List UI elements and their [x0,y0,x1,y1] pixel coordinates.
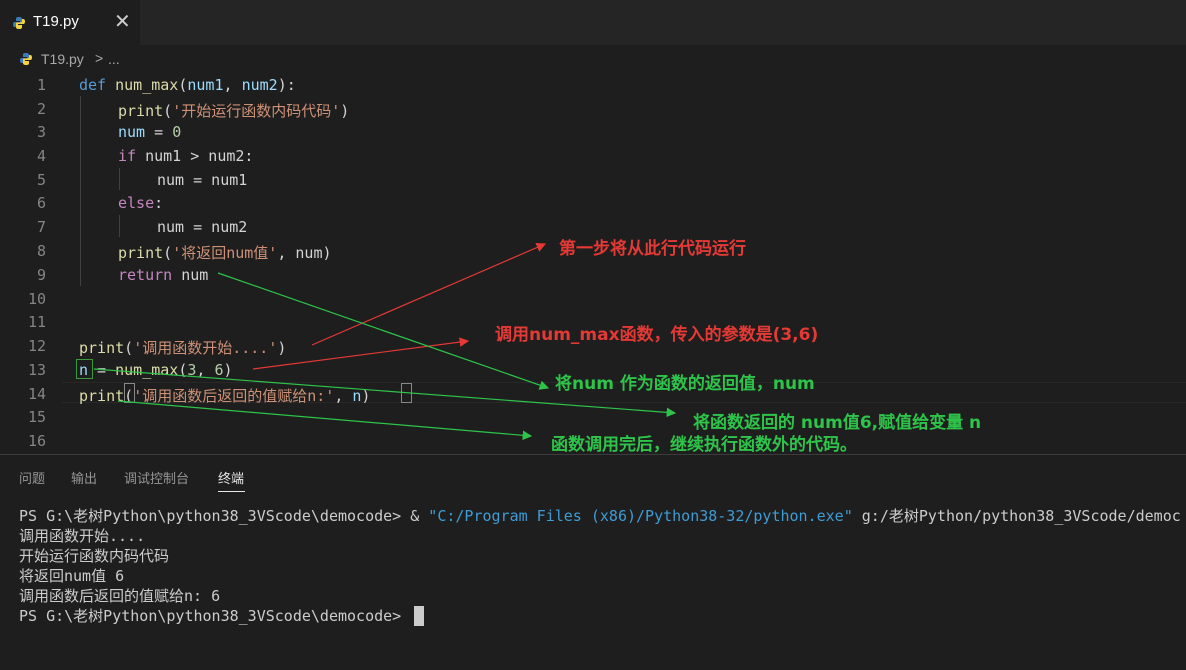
tab-debug-console[interactable]: 调试控制台 [124,468,189,487]
prompt: PS G:\老树Python\python38_3VScode\democode… [19,507,429,525]
annotation-call: 调用num_max函数，传入的参数是(3,6) [495,325,819,345]
tab-output[interactable]: 输出 [71,468,97,487]
annotation-return: 将num 作为函数的返回值，num [555,374,815,394]
command-path: "C:/Program Files (x86)/Python38-32/pyth… [428,507,853,525]
terminal-line: 将返回num值 6 [19,567,125,585]
terminal-cursor [414,606,424,626]
annotation-continue: 函数调用完后，继续执行函数外的代码。 [551,435,857,455]
terminal-line: 调用函数后返回的值赋给n: 6 [19,587,221,605]
active-tab-indicator [218,491,245,492]
annotation-step1: 第一步将从此行代码运行 [559,239,746,259]
terminal-line: 开始运行函数内码代码 [19,547,170,565]
arrow-continue [117,400,533,441]
command-arg: g:/老树Python/python38_3VScode/democ [852,507,1181,525]
terminal-line: 调用函数开始.... [19,527,146,545]
tab-terminal[interactable]: 终端 [218,468,244,487]
terminal-prompt[interactable]: PS G:\老树Python\python38_3VScode\democode… [19,605,401,626]
arrow-to-call [252,337,470,370]
terminal-line[interactable]: PS G:\老树Python\python38_3VScode\democode… [19,505,1181,526]
tab-problems[interactable]: 问题 [19,468,45,487]
